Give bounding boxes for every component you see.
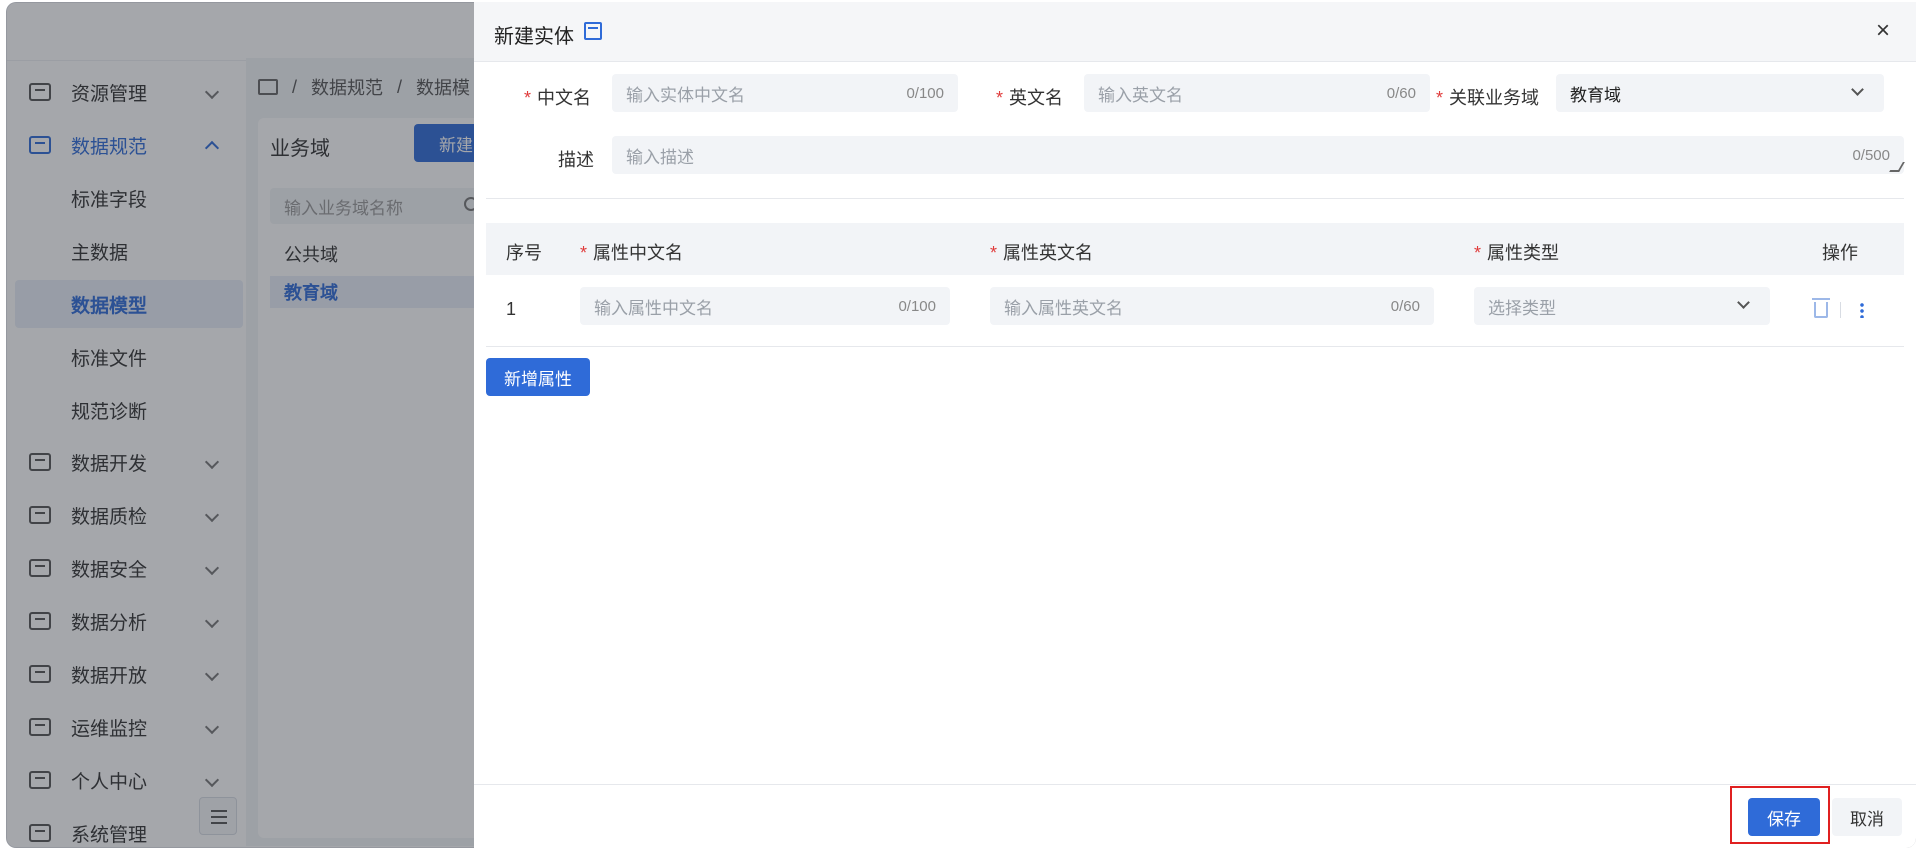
col-header-type: * 属性类型 <box>1474 243 1560 263</box>
attr-type-select[interactable]: 选择类型 <box>1474 287 1770 325</box>
desc-textarea[interactable]: 输入描述 0/500 <box>612 136 1905 174</box>
char-count: 0/100 <box>906 84 944 102</box>
more-vertical-icon[interactable] <box>1860 302 1864 318</box>
domain-select[interactable]: 教育域 <box>1556 74 1884 112</box>
new-entity-drawer: 新建实体 × * 中文名 输入实体中文名 0/100 * 英文名 输入英文名 0/6… <box>474 2 1916 848</box>
attribute-table-header: 序号 * 属性中文名 * 属性英文名 * 属性类型 操作 <box>486 223 1904 275</box>
cn-name-input[interactable]: 输入实体中文名 0/100 <box>612 74 958 112</box>
trash-icon[interactable] <box>1812 298 1830 318</box>
select-value: 教育域 <box>1570 85 1621 105</box>
attr-cn-input[interactable]: 输入属性中文名 0/100 <box>580 287 950 325</box>
col-header-en: * 属性英文名 <box>990 243 1094 263</box>
row-index: 1 <box>506 299 517 319</box>
chevron-down-icon <box>1737 296 1750 309</box>
input-placeholder: 输入描述 <box>626 147 694 167</box>
resize-handle[interactable] <box>1889 162 1905 172</box>
col-header-cn: * 属性中文名 <box>580 243 684 263</box>
cn-name-label: * 中文名 <box>524 88 592 108</box>
add-attribute-button[interactable]: 新增属性 <box>486 358 590 396</box>
col-header-ops: 操作 <box>1822 243 1858 263</box>
drawer-title: 新建实体 <box>494 26 574 48</box>
ops-separator <box>1840 302 1841 318</box>
chevron-down-icon <box>1851 83 1864 96</box>
save-button[interactable]: 保存 <box>1748 798 1820 836</box>
input-placeholder: 输入属性英文名 <box>1004 298 1123 318</box>
drawer-header: 新建实体 × <box>474 2 1916 62</box>
desc-label: 描述 <box>558 150 594 170</box>
attr-en-input[interactable]: 输入属性英文名 0/60 <box>990 287 1434 325</box>
calendar-icon[interactable] <box>584 22 602 40</box>
form-divider <box>486 198 1904 199</box>
table-divider <box>486 346 1904 347</box>
input-placeholder: 输入英文名 <box>1098 85 1183 105</box>
drawer-footer <box>474 784 1916 848</box>
input-placeholder: 输入属性中文名 <box>594 298 713 318</box>
col-header-index: 序号 <box>506 243 542 263</box>
char-count: 0/60 <box>1390 297 1420 315</box>
en-name-label: * 英文名 <box>996 88 1064 108</box>
char-count: 0/100 <box>898 297 936 315</box>
char-count: 0/500 <box>1852 146 1890 164</box>
en-name-input[interactable]: 输入英文名 0/60 <box>1084 74 1430 112</box>
input-placeholder: 输入实体中文名 <box>626 85 745 105</box>
domain-label: * 关联业务域 <box>1436 88 1540 108</box>
close-icon[interactable]: × <box>1872 19 1894 43</box>
select-placeholder: 选择类型 <box>1488 298 1556 318</box>
cancel-button[interactable]: 取消 <box>1832 798 1902 836</box>
char-count: 0/60 <box>1386 84 1416 102</box>
